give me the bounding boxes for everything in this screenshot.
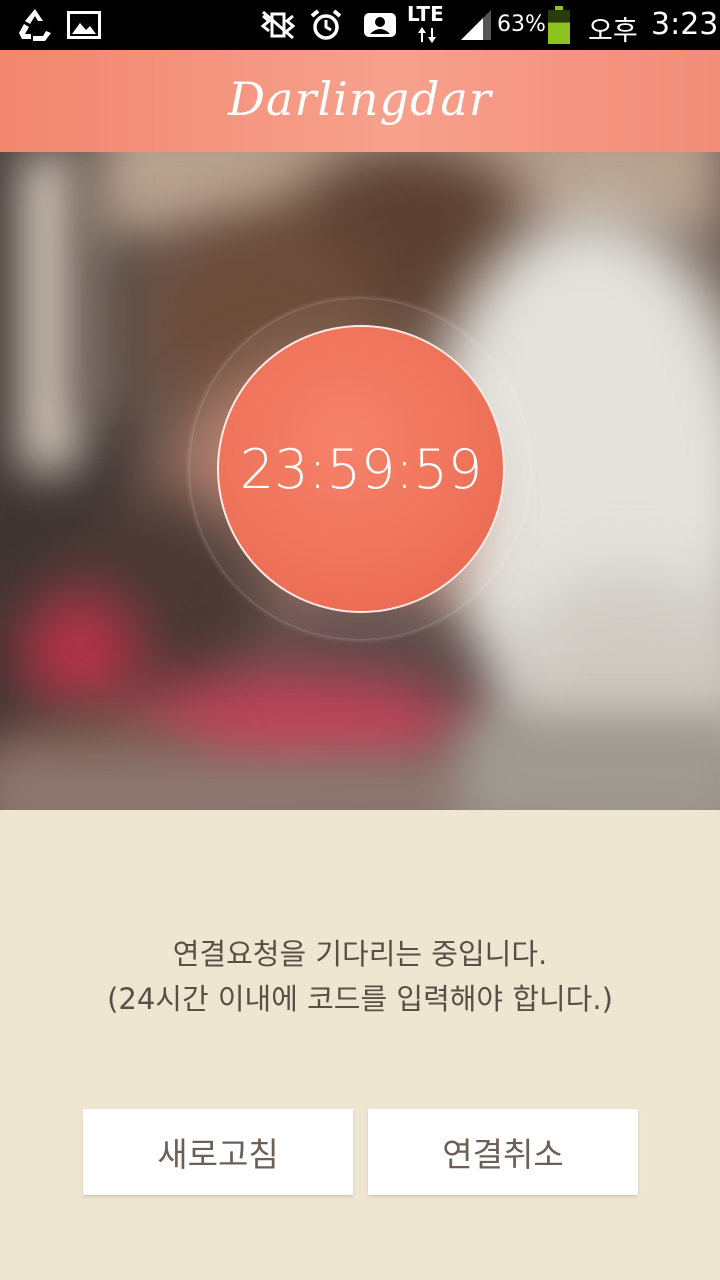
signal-icon — [458, 7, 494, 43]
photo-region — [20, 592, 140, 712]
network-type: LTE — [407, 2, 444, 26]
recycle-icon — [14, 7, 56, 43]
refresh-button[interactable]: 새로고침 — [83, 1109, 353, 1195]
cancel-connection-button[interactable]: 연결취소 — [368, 1109, 638, 1195]
battery-percent: 63% — [497, 12, 546, 37]
photo-region — [20, 152, 80, 472]
image-icon — [66, 7, 102, 43]
time-period: 오후 — [588, 16, 638, 47]
waiting-message-line1: 연결요청을 기다리는 중입니다. — [172, 937, 548, 971]
voicemail-icon — [362, 7, 398, 43]
mute-icon — [258, 7, 298, 43]
countdown-timer: 23:59:59 — [217, 325, 505, 613]
battery-icon — [547, 6, 571, 44]
app-title: Darlingdar — [228, 72, 492, 126]
waiting-message-line2: (24시간 이내에 코드를 입력해야 합니다.) — [107, 982, 613, 1016]
clock-time: 3:23 — [651, 7, 719, 42]
photo-region — [460, 712, 720, 810]
status-bar: LTE 63% 오후 3:23 — [0, 0, 720, 50]
data-arrows-icon — [416, 26, 438, 44]
waiting-message: 연결요청을 기다리는 중입니다. (24시간 이내에 코드를 입력해야 합니다.… — [0, 932, 720, 1022]
bottom-panel: 연결요청을 기다리는 중입니다. (24시간 이내에 코드를 입력해야 합니다.… — [0, 810, 720, 1280]
alarm-icon — [308, 7, 344, 43]
timer-value: 23:59:59 — [239, 437, 483, 501]
app-header: Darlingdar — [0, 50, 720, 152]
